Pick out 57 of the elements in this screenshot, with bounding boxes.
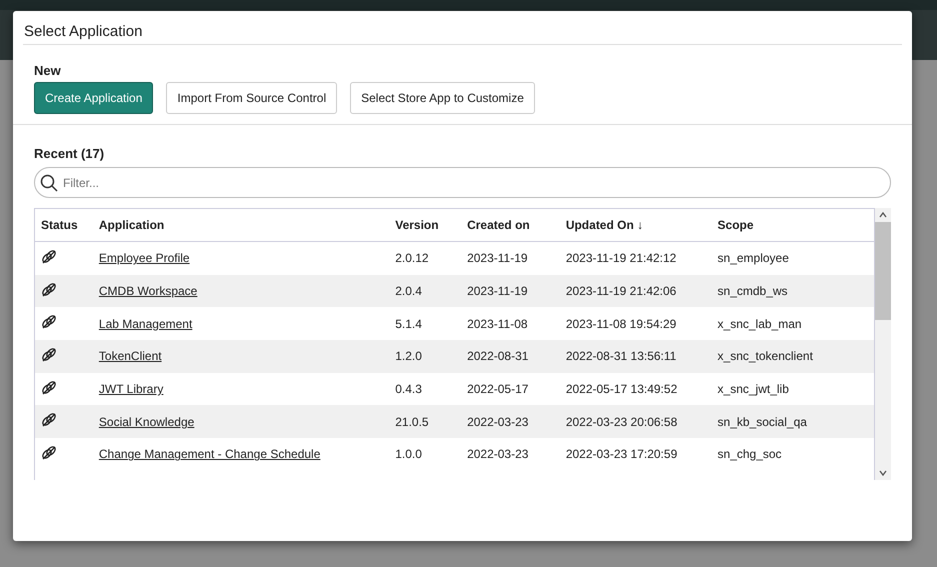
table-cell: 2022-05-17 13:49:52 <box>560 372 712 406</box>
column-header[interactable]: Application <box>92 209 390 242</box>
table-cell: 2022-08-31 <box>461 340 560 373</box>
table-cell: 2022-03-23 <box>461 438 560 471</box>
search-icon <box>40 174 58 192</box>
table-cell: 2023-11-19 21:42:12 <box>560 242 712 275</box>
action-button[interactable]: Create Application <box>34 82 154 114</box>
table-cell: 2022-05-17 <box>461 372 560 406</box>
table-cell: 2023-11-08 19:54:29 <box>560 307 712 340</box>
application-link[interactable]: Lab Management <box>98 316 192 331</box>
application-link[interactable]: CMDB Workspace <box>98 284 198 298</box>
table-cell: 2022-03-23 20:06:58 <box>560 405 712 438</box>
table-cell: 2022-08-31 13:56:11 <box>560 340 712 373</box>
link-icon <box>41 380 57 396</box>
table-cell: 2023-11-19 <box>461 274 560 308</box>
dialog-title: Select Application <box>23 22 144 42</box>
column-header[interactable]: Status <box>35 209 93 242</box>
column-header[interactable]: Scope <box>712 209 874 242</box>
section-heading: Recent (17) <box>34 146 106 161</box>
table-cell: 1.0.0 <box>389 438 462 471</box>
application-link[interactable]: TokenClient <box>98 349 162 364</box>
scrollbar[interactable] <box>875 208 891 480</box>
table-cell: sn_employee <box>712 242 874 275</box>
table-cell: 2023-11-19 21:42:06 <box>560 274 712 308</box>
action-button[interactable]: Select Store App to Customize <box>350 82 535 114</box>
section-heading: New <box>34 63 62 78</box>
application-link[interactable]: Change Management - Change Schedule <box>98 447 320 462</box>
table-cell: 2022-03-23 17:20:59 <box>560 438 712 471</box>
application-link[interactable]: Employee Profile <box>98 251 190 266</box>
link-icon <box>41 314 57 330</box>
filter-field[interactable]: Filter... <box>34 167 891 198</box>
table-cell: 5.1.4 <box>389 307 462 340</box>
table-cell: 2023-11-19 <box>461 242 560 275</box>
table-cell: 2.0.12 <box>389 242 462 275</box>
column-header[interactable]: Created on <box>461 209 560 242</box>
table-cell: x_snc_lab_man <box>712 307 874 340</box>
table-cell: sn_kb_social_qa <box>712 405 874 438</box>
table-cell: 2022-03-23 <box>461 405 560 438</box>
application-link[interactable]: Social Knowledge <box>98 414 194 429</box>
table-cell: 21.0.5 <box>389 405 462 438</box>
table-cell: 2023-11-08 <box>461 307 560 340</box>
table-cell: x_snc_tokenclient <box>712 340 874 373</box>
table-cell: sn_chg_soc <box>712 438 874 471</box>
link-icon <box>41 346 57 363</box>
link-icon <box>41 444 57 461</box>
column-header[interactable]: Version <box>389 209 462 242</box>
column-header[interactable]: Updated On ↓ <box>560 209 712 242</box>
table-cell: 2.0.4 <box>389 274 462 308</box>
table-cell: 1.2.0 <box>389 340 462 373</box>
table-cell: x_snc_jwt_lib <box>712 372 874 406</box>
application-link[interactable]: JWT Library <box>98 382 164 396</box>
table-cell: 0.4.3 <box>389 372 462 406</box>
action-button[interactable]: Import From Source Control <box>166 82 338 114</box>
link-icon <box>41 282 57 298</box>
table-cell: sn_cmdb_ws <box>712 274 874 308</box>
link-icon <box>41 412 57 428</box>
link-icon <box>41 248 57 265</box>
